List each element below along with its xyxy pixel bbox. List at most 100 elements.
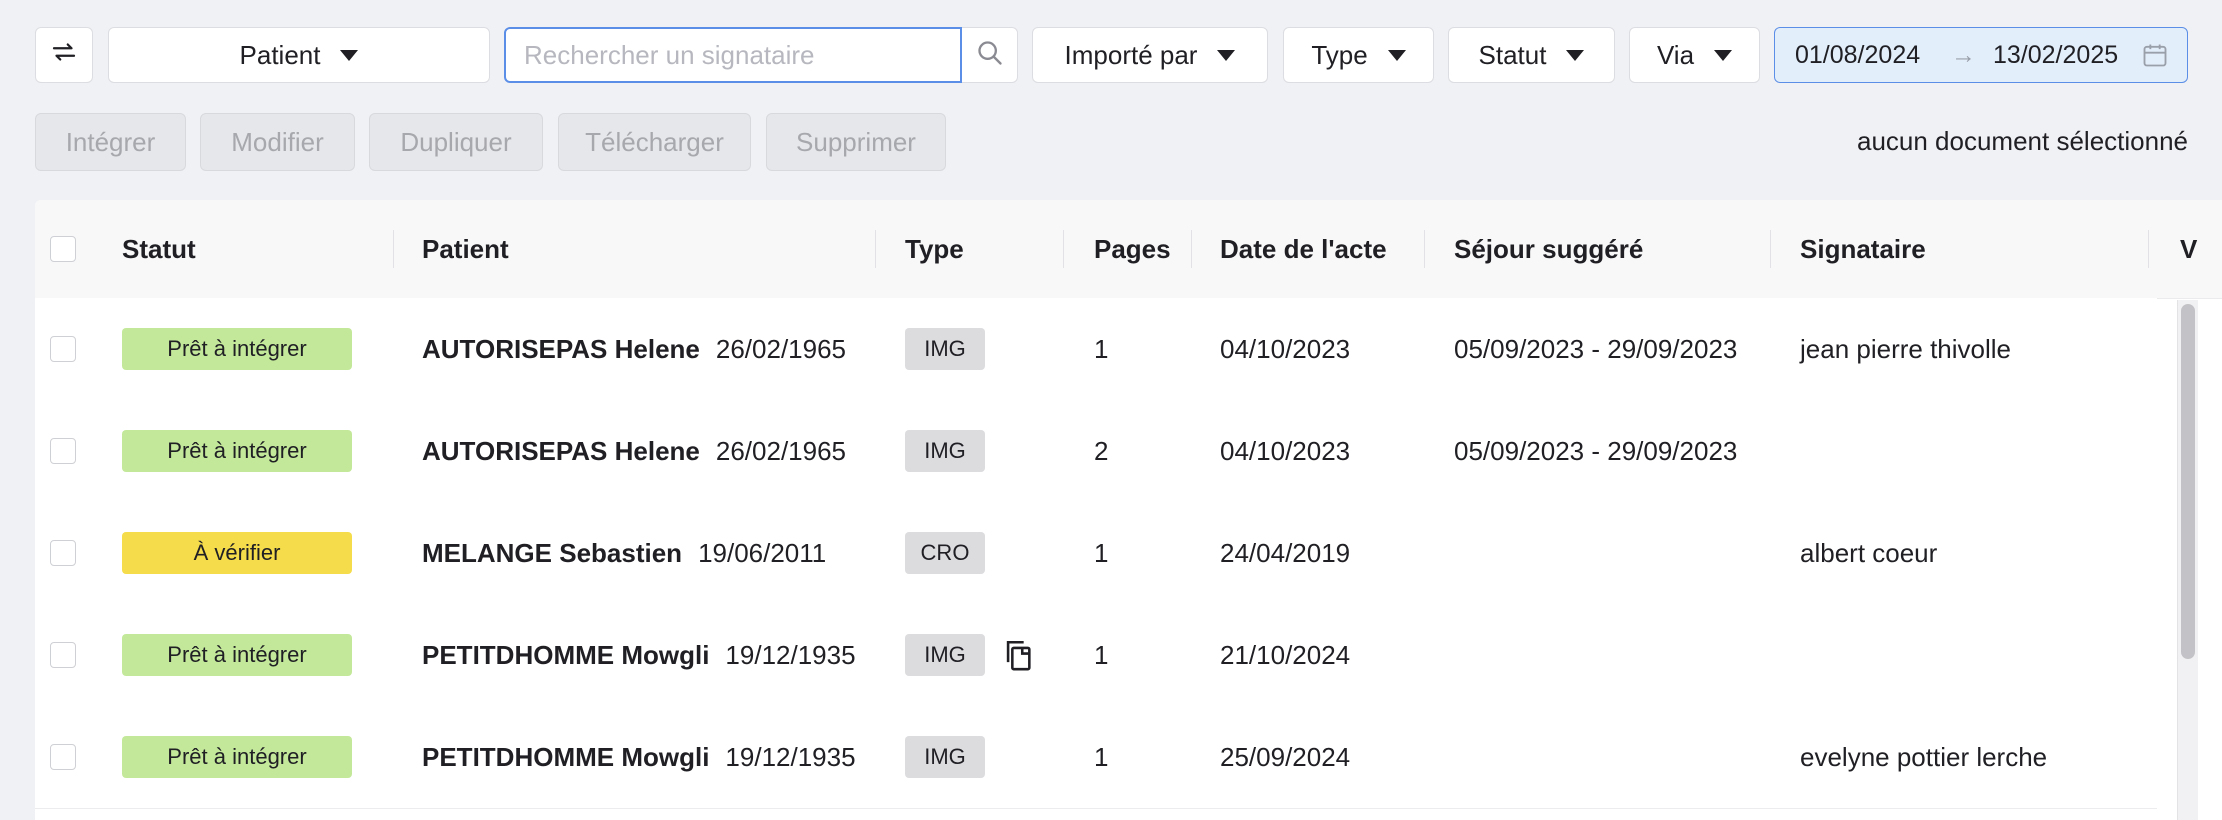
header-pages[interactable]: Pages bbox=[1094, 200, 1171, 298]
date-acte-value: 04/10/2023 bbox=[1220, 435, 1351, 466]
patient-filter-dropdown[interactable]: Patient bbox=[108, 27, 490, 83]
type-badge: IMG bbox=[905, 328, 985, 370]
type-label: IMG bbox=[924, 744, 966, 769]
date-from[interactable]: 01/08/2024 bbox=[1795, 41, 1920, 70]
integrer-button[interactable]: Intégrer bbox=[35, 113, 186, 171]
patient-name: AUTORISEPAS Helene bbox=[422, 333, 700, 364]
via-dropdown[interactable]: Via bbox=[1629, 27, 1760, 83]
modifier-label: Modifier bbox=[231, 126, 324, 157]
type-badge: IMG bbox=[905, 634, 985, 676]
status-label: Prêt à intégrer bbox=[167, 438, 307, 463]
integrer-label: Intégrer bbox=[65, 126, 156, 157]
chevron-down-icon bbox=[1566, 49, 1585, 61]
type-dropdown[interactable]: Type bbox=[1283, 27, 1434, 83]
date-acte-value: 25/09/2024 bbox=[1220, 741, 1351, 772]
telecharger-button[interactable]: Télécharger bbox=[558, 113, 751, 171]
type-badge: CRO bbox=[905, 532, 985, 574]
column-divider bbox=[1191, 230, 1192, 268]
patient-name: PETITDHOMME Mowgli bbox=[422, 639, 710, 670]
row-checkbox[interactable] bbox=[50, 336, 76, 362]
patient-name: PETITDHOMME Mowgli bbox=[422, 741, 710, 772]
dupliquer-label: Dupliquer bbox=[400, 126, 512, 157]
table-row[interactable]: Prêt à intégrer PETITDHOMME Mowgli 19/12/… bbox=[35, 604, 2157, 707]
signataire-value: evelyne pottier lerche bbox=[1800, 741, 2048, 772]
select-all-checkbox[interactable] bbox=[50, 236, 76, 262]
type-label: IMG bbox=[924, 642, 966, 667]
supprimer-label: Supprimer bbox=[796, 126, 916, 157]
type-badge: IMG bbox=[905, 736, 985, 778]
search-input[interactable] bbox=[504, 27, 962, 83]
patient-dob: 19/12/1935 bbox=[725, 741, 856, 772]
selection-info: aucun document sélectionné bbox=[1856, 126, 2188, 156]
refresh-button[interactable] bbox=[35, 27, 93, 83]
patient-dob: 26/02/1965 bbox=[715, 333, 847, 364]
status-badge: Prêt à intégrer bbox=[122, 430, 352, 472]
table-scrollbar[interactable] bbox=[2177, 300, 2198, 820]
sejour-value: 05/09/2023 - 29/09/2023 bbox=[1454, 333, 1738, 364]
type-label: IMG bbox=[924, 438, 966, 463]
row-checkbox[interactable] bbox=[50, 438, 76, 464]
row-checkbox[interactable] bbox=[50, 540, 76, 566]
date-to[interactable]: 13/02/2025 bbox=[1993, 41, 2118, 70]
signataire-search bbox=[504, 27, 1018, 83]
chevron-down-icon bbox=[340, 49, 359, 61]
calendar-icon bbox=[2141, 41, 2169, 76]
status-label: À vérifier bbox=[193, 540, 281, 565]
copy-icon[interactable] bbox=[1001, 637, 1035, 673]
refresh-icon bbox=[49, 37, 79, 74]
header-type[interactable]: Type bbox=[905, 200, 964, 298]
date-acte-value: 21/10/2024 bbox=[1220, 639, 1351, 670]
patient-dob: 19/06/2011 bbox=[698, 537, 827, 568]
chevron-down-icon bbox=[1387, 49, 1406, 61]
modifier-button[interactable]: Modifier bbox=[200, 113, 355, 171]
type-label: Type bbox=[1311, 39, 1368, 70]
telecharger-label: Télécharger bbox=[585, 126, 724, 157]
supprimer-button[interactable]: Supprimer bbox=[766, 113, 946, 171]
imported-by-dropdown[interactable]: Importé par bbox=[1032, 27, 1268, 83]
statut-label: Statut bbox=[1478, 39, 1547, 70]
patient-dob: 26/02/1965 bbox=[715, 435, 847, 466]
dupliquer-button[interactable]: Dupliquer bbox=[369, 113, 543, 171]
pages-value: 2 bbox=[1094, 435, 1109, 466]
table-row[interactable]: Prêt à intégrer AUTORISEPAS Helene 26/02/… bbox=[35, 400, 2157, 503]
imported-by-label: Importé par bbox=[1064, 39, 1198, 70]
via-label: Via bbox=[1656, 39, 1695, 70]
header-sejour[interactable]: Séjour suggéré bbox=[1454, 200, 1643, 298]
table-row[interactable]: Prêt à intégrer AUTORISEPAS Helene 26/02/… bbox=[35, 298, 2157, 401]
table-header: Statut Patient Type Pages Date de l'acte… bbox=[35, 200, 2222, 299]
scrollbar-thumb[interactable] bbox=[2181, 304, 2195, 659]
row-checkbox[interactable] bbox=[50, 642, 76, 668]
column-divider bbox=[2148, 230, 2149, 268]
patient-name: MELANGE Sebastien bbox=[422, 537, 683, 568]
header-statut[interactable]: Statut bbox=[122, 200, 196, 298]
type-label: CRO bbox=[920, 540, 970, 565]
status-badge: Prêt à intégrer bbox=[122, 328, 352, 370]
header-patient[interactable]: Patient bbox=[422, 200, 509, 298]
date-arrow: → bbox=[1951, 40, 1976, 69]
date-range-picker[interactable]: 01/08/2024 → 13/02/2025 bbox=[1774, 27, 2188, 83]
status-badge: À vérifier bbox=[122, 532, 352, 574]
sejour-value: 05/09/2023 - 29/09/2023 bbox=[1454, 435, 1738, 466]
patient-filter-label: Patient bbox=[239, 39, 321, 70]
type-label: IMG bbox=[924, 336, 966, 361]
status-badge: Prêt à intégrer bbox=[122, 634, 352, 676]
header-via[interactable]: V bbox=[2180, 200, 2197, 298]
documents-table: Statut Patient Type Pages Date de l'acte… bbox=[35, 200, 2222, 820]
header-date-acte[interactable]: Date de l'acte bbox=[1220, 200, 1387, 298]
table-row[interactable]: À vérifier MELANGE Sebastien 19/06/2011 C… bbox=[35, 502, 2157, 605]
header-signataire[interactable]: Signataire bbox=[1800, 200, 1926, 298]
table-row[interactable]: Prêt à intégrer PETITDHOMME Mowgli 19/12/… bbox=[35, 706, 2157, 809]
row-checkbox[interactable] bbox=[50, 744, 76, 770]
column-divider bbox=[1770, 230, 1771, 268]
status-badge: Prêt à intégrer bbox=[122, 736, 352, 778]
statut-dropdown[interactable]: Statut bbox=[1448, 27, 1615, 83]
chevron-down-icon bbox=[1714, 49, 1733, 61]
search-icon bbox=[976, 39, 1004, 72]
search-button[interactable] bbox=[962, 27, 1018, 83]
status-label: Prêt à intégrer bbox=[167, 336, 307, 361]
status-label: Prêt à intégrer bbox=[167, 642, 307, 667]
date-acte-value: 04/10/2023 bbox=[1220, 333, 1351, 364]
column-divider bbox=[1063, 230, 1064, 268]
pages-value: 1 bbox=[1094, 741, 1109, 772]
pages-value: 1 bbox=[1094, 537, 1109, 568]
